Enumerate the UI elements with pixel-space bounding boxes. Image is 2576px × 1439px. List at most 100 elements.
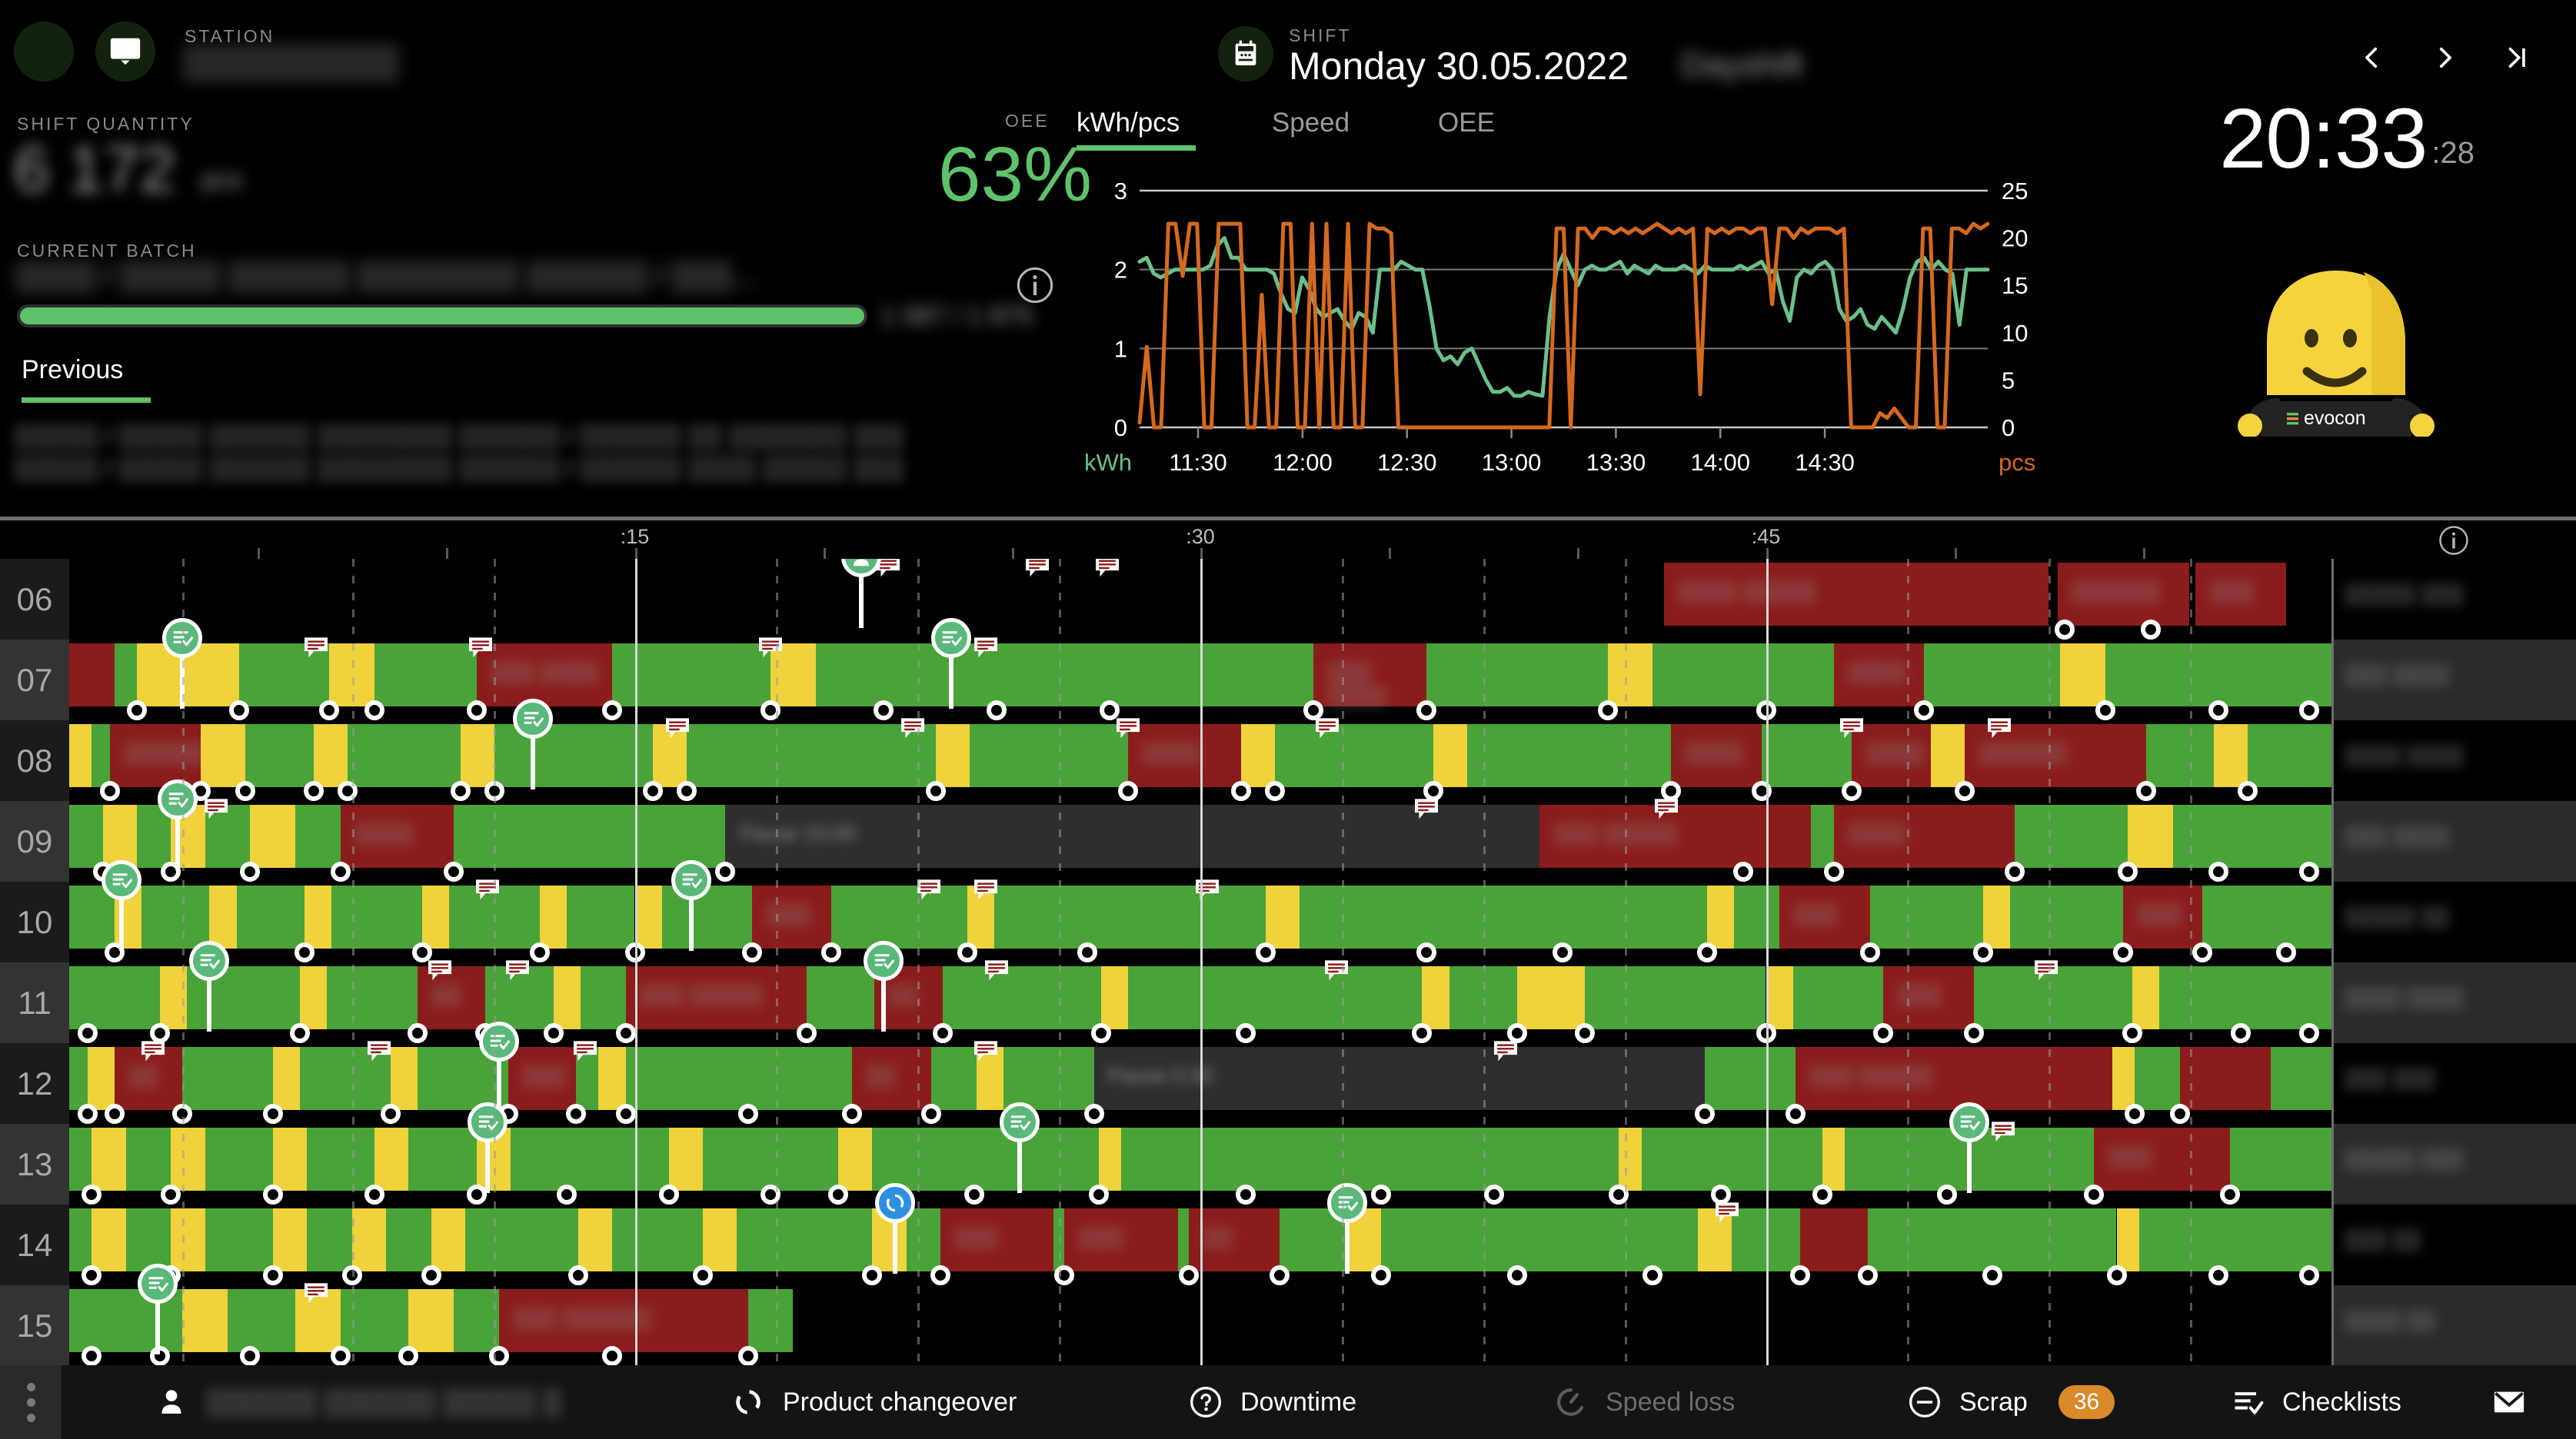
timeline-segment-slow[interactable] — [272, 1047, 301, 1110]
timeline-segment-green[interactable] — [1300, 886, 1707, 949]
timeline-event-dot[interactable] — [2192, 942, 2213, 962]
timeline-segment-green[interactable] — [1924, 643, 2060, 706]
timeline-segment-pause[interactable]: Pause 15:00 — [725, 805, 1223, 868]
timeline-event-dot[interactable] — [161, 1185, 181, 1205]
timeline-segment-green[interactable] — [930, 1047, 977, 1110]
timeline-event-dot[interactable] — [77, 1104, 98, 1124]
timeline-event-dot[interactable] — [82, 1185, 102, 1205]
timeline-event-dot[interactable] — [557, 1185, 577, 1205]
timeline-segment-down[interactable]: ▒▒▒▒ ▒▒▒▒▒ — [1664, 563, 2049, 626]
timeline-segment-slow[interactable] — [304, 886, 332, 949]
timeline-segment-green[interactable] — [2135, 1047, 2180, 1110]
timeline-event-dot[interactable] — [2135, 781, 2156, 801]
timeline-event-dot[interactable] — [337, 781, 358, 801]
timeline-event-dot[interactable] — [262, 1104, 283, 1124]
timeline-segment-green[interactable] — [69, 805, 104, 868]
timeline-event-dot[interactable] — [1416, 942, 1437, 962]
timeline-segment-down[interactable]: ▒▒▒ ▒▒▒▒▒ — [1795, 1047, 2112, 1110]
timeline-event-dot[interactable] — [2125, 1104, 2145, 1124]
timeline-segment-green[interactable] — [625, 1047, 852, 1110]
timeline-segment-green[interactable] — [125, 1208, 171, 1271]
timeline-segment-down[interactable]: ▒▒▒ — [2094, 1128, 2230, 1191]
operator-button[interactable]: ▒▒▒▒▒▒ ▒▒▒▒▒▒ ▒▒▒▒▒ ▒ — [154, 1365, 561, 1439]
timeline-event-dot[interactable] — [1256, 942, 1276, 962]
timeline-event-dot[interactable] — [1416, 700, 1437, 720]
timeline-event-dot[interactable] — [615, 1023, 636, 1043]
timeline-event-dot[interactable] — [1873, 1023, 1894, 1043]
timeline-segment-slow[interactable] — [1607, 643, 1653, 706]
comment-bubble-icon[interactable] — [474, 879, 501, 900]
timeline-event-dot[interactable] — [466, 1185, 487, 1205]
timeline-segment-green[interactable] — [306, 1128, 375, 1191]
mail-button[interactable] — [2491, 1365, 2527, 1439]
timeline-event-dot[interactable] — [2095, 700, 2115, 720]
checklist-pin-icon[interactable] — [999, 1102, 1040, 1142]
timeline-event-dot[interactable] — [2106, 1265, 2127, 1285]
comment-bubble-icon[interactable] — [757, 636, 784, 658]
timeline-segment-green[interactable] — [567, 886, 635, 949]
station-button[interactable] — [95, 22, 155, 81]
timeline-event-dot[interactable] — [2298, 1023, 2319, 1043]
timeline-segment-slow[interactable] — [2112, 1047, 2135, 1110]
timeline-event-dot[interactable] — [1090, 1023, 1111, 1043]
comment-bubble-icon[interactable] — [1094, 559, 1120, 577]
timeline-segment-slow[interactable] — [300, 966, 328, 1029]
comment-bubble-icon[interactable] — [1986, 717, 2012, 739]
timeline-event-dot[interactable] — [964, 1185, 984, 1205]
timeline-segment-green[interactable] — [612, 1208, 703, 1271]
timeline-event-dot[interactable] — [841, 1104, 862, 1124]
timeline-segment-slow[interactable] — [1100, 966, 1128, 1029]
timeline-segment-green[interactable] — [736, 1208, 873, 1271]
comment-bubble-icon[interactable] — [468, 636, 494, 658]
comment-bubble-icon[interactable] — [203, 798, 229, 819]
timeline-segment-green[interactable] — [245, 724, 314, 787]
timeline-segment-green[interactable] — [2010, 886, 2124, 949]
timeline-segment-green[interactable] — [702, 1128, 839, 1191]
timeline-event-dot[interactable] — [2122, 1023, 2143, 1043]
timeline-event-dot[interactable] — [1083, 1104, 1104, 1124]
checklists-button[interactable]: Checklists — [2230, 1365, 2401, 1439]
comment-bubble-icon[interactable] — [1413, 798, 1439, 819]
timeline-event-dot[interactable] — [262, 1185, 283, 1205]
nav-prev-button[interactable] — [2351, 37, 2393, 78]
shift-calendar-button[interactable] — [1218, 26, 1273, 81]
timeline-segment-slow[interactable] — [272, 1128, 307, 1191]
timeline-event-dot[interactable] — [602, 700, 623, 720]
timeline-segment-slow[interactable] — [577, 1208, 613, 1271]
timeline-segment-green[interactable] — [125, 1128, 171, 1191]
timeline-event-dot[interactable] — [658, 1185, 679, 1205]
timeline-event-dot[interactable] — [2140, 620, 2161, 640]
timeline-segment-slow[interactable] — [1240, 724, 1276, 787]
timeline-segment-green[interactable] — [69, 1208, 92, 1271]
timeline-event-dot[interactable] — [2208, 1265, 2228, 1285]
timeline-segment-green[interactable] — [687, 724, 936, 787]
nav-last-button[interactable] — [2496, 37, 2538, 78]
timeline-event-dot[interactable] — [643, 781, 664, 801]
comment-bubble-icon[interactable] — [1194, 879, 1220, 900]
timeline-event-dot[interactable] — [331, 862, 351, 882]
timeline-event-dot[interactable] — [421, 1265, 441, 1285]
timeline-segment-green[interactable] — [69, 1047, 88, 1110]
timeline-segment-down[interactable]: ▒▒▒▒ — [1127, 724, 1241, 787]
timeline-segment-green[interactable] — [1467, 724, 1671, 787]
timeline-segment-slow[interactable] — [553, 966, 581, 1029]
timeline-event-dot[interactable] — [692, 1265, 713, 1285]
timeline-event-dot[interactable] — [262, 1265, 283, 1285]
timeline-event-dot[interactable] — [77, 1023, 98, 1043]
product-changeover-button[interactable]: Product changeover — [731, 1365, 1017, 1439]
timeline-segment-pause[interactable] — [1223, 805, 1540, 868]
timeline-segment-green[interactable] — [331, 886, 422, 949]
timeline-segment-green[interactable] — [454, 1289, 499, 1352]
timeline-segment-down[interactable]: ▒▒▒▒▒▒ — [2058, 563, 2189, 626]
timeline-segment-green[interactable] — [2270, 1047, 2331, 1110]
tab-kwh-pcs[interactable]: kWh/pcs — [1077, 108, 1196, 151]
timeline-event-dot[interactable] — [567, 1265, 588, 1285]
timeline-segment-green[interactable] — [1641, 1128, 1823, 1191]
checklist-pin-icon[interactable] — [1327, 1183, 1368, 1223]
timeline-segment-green[interactable] — [1121, 1128, 1619, 1191]
timeline-segment-green[interactable] — [747, 1289, 794, 1352]
timeline-event-dot[interactable] — [2298, 862, 2319, 882]
timeline-event-dot[interactable] — [1972, 942, 1993, 962]
checklist-pin-icon[interactable] — [864, 941, 904, 981]
timeline-event-dot[interactable] — [1484, 1185, 1505, 1205]
